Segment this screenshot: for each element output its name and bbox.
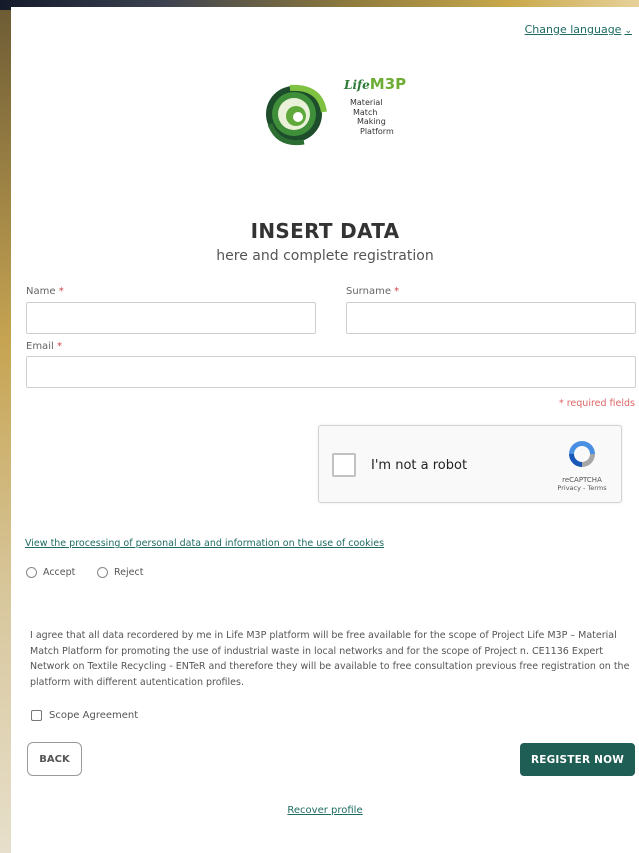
- life-m3p-logo: LifeM3P Material Match Making Platform: [260, 70, 410, 158]
- change-language-label: Change language: [524, 23, 622, 36]
- email-input[interactable]: [26, 356, 636, 388]
- email-label: Email *: [26, 341, 62, 352]
- logo-line: Making: [357, 117, 386, 126]
- accept-radio-option[interactable]: Accept: [26, 567, 75, 578]
- logo-subtitle: Material Match Making Platform: [350, 98, 394, 136]
- reject-radio[interactable]: [97, 567, 108, 578]
- page-subtitle: here and complete registration: [216, 248, 434, 264]
- required-star: *: [58, 286, 64, 297]
- recaptcha-checkbox[interactable]: [332, 453, 356, 477]
- chevron-down-icon: ⌄: [624, 26, 632, 36]
- recaptcha-brand: reCAPTCHA Privacy - Terms: [551, 438, 613, 492]
- accept-label: Accept: [43, 567, 76, 578]
- recaptcha-widget: I'm not a robot reCAPTCHA Privacy - Term…: [318, 425, 622, 503]
- email-label-text: Email: [26, 341, 54, 352]
- recaptcha-label: I'm not a robot: [371, 458, 468, 473]
- logo-line: Platform: [360, 126, 394, 136]
- scope-agreement-option[interactable]: Scope Agreement: [31, 710, 138, 721]
- privacy-cookies-link[interactable]: View the processing of personal data and…: [25, 538, 384, 549]
- agreement-text: I agree that all data recordered by me i…: [30, 630, 630, 688]
- surname-label: Surname *: [346, 286, 399, 297]
- recycle-swirl-icon: [266, 84, 327, 146]
- required-star: *: [394, 286, 400, 297]
- accept-radio[interactable]: [26, 567, 37, 578]
- scope-agreement-label: Scope Agreement: [49, 710, 139, 721]
- change-language-dropdown[interactable]: Change language ⌄: [525, 23, 632, 36]
- logo-title: LifeM3P: [344, 75, 406, 93]
- register-now-button[interactable]: REGISTER NOW: [520, 743, 635, 776]
- logo-m3p-text: M3P: [369, 75, 407, 93]
- recaptcha-icon: [569, 441, 595, 467]
- name-label: Name *: [26, 286, 64, 297]
- scope-agreement-checkbox[interactable]: [31, 710, 42, 721]
- required-star: *: [56, 341, 62, 352]
- reject-radio-option[interactable]: Reject: [97, 567, 143, 578]
- page-title: INSERT DATA: [250, 219, 400, 243]
- logo-line: Material: [350, 98, 383, 107]
- back-button[interactable]: BACK: [27, 742, 82, 776]
- logo-life-text: Life: [344, 78, 370, 92]
- reject-label: Reject: [114, 567, 144, 578]
- registration-card: Change language ⌄ LifeM3P Material Match …: [11, 7, 639, 853]
- surname-input[interactable]: [346, 302, 636, 334]
- surname-label-text: Surname: [346, 286, 391, 297]
- recover-profile-link[interactable]: Recover profile: [11, 805, 639, 816]
- recaptcha-privacy-terms[interactable]: Privacy - Terms: [551, 484, 613, 492]
- name-label-text: Name: [26, 286, 56, 297]
- logo-line: Match: [353, 107, 378, 117]
- recaptcha-brand-text: reCAPTCHA: [562, 476, 602, 484]
- name-input[interactable]: [26, 302, 316, 334]
- required-fields-note: * required fields: [558, 398, 635, 409]
